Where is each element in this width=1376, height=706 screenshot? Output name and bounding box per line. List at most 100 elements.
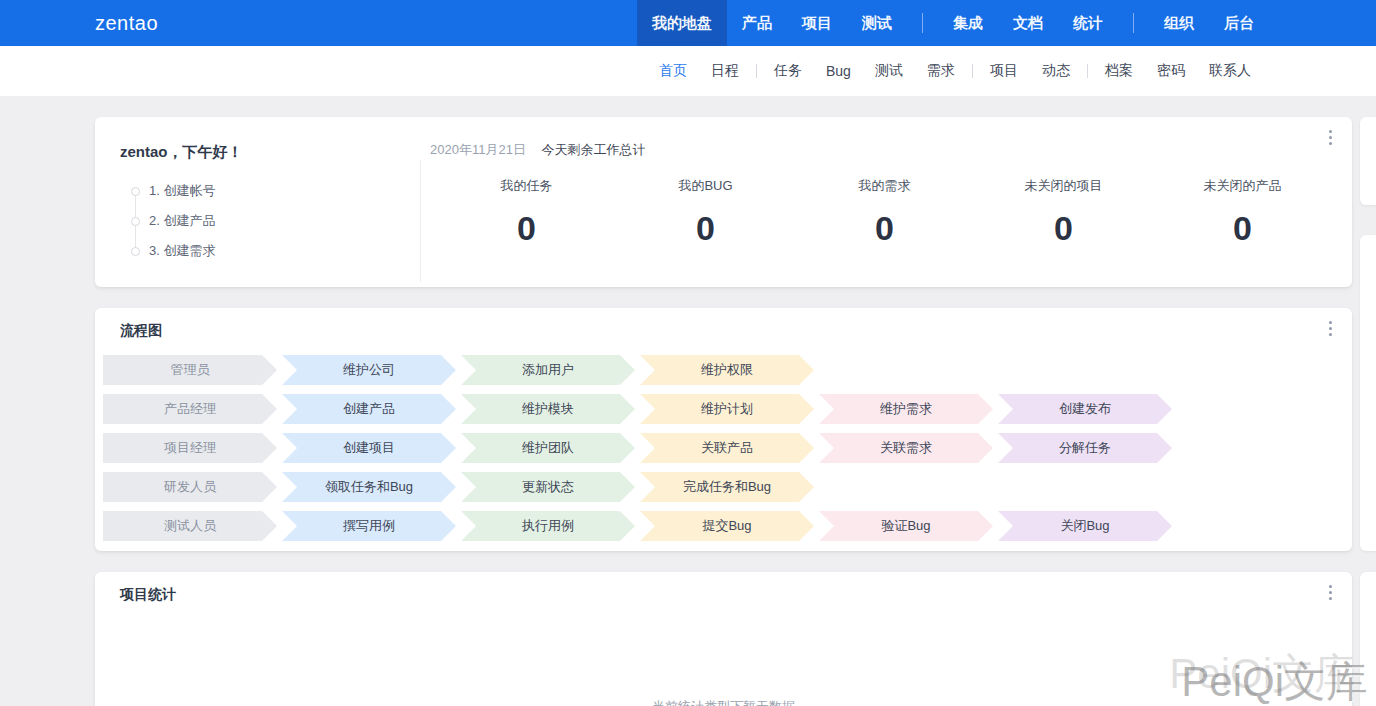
flowchart-row: 产品经理创建产品维护模块维护计划维护需求创建发布: [103, 394, 1177, 424]
sub-menu-item[interactable]: 首页: [647, 62, 699, 80]
flow-step-arrow[interactable]: 维护需求: [819, 394, 993, 424]
stat-label: 我的BUG: [616, 177, 795, 195]
sub-menu-item[interactable]: Bug: [814, 63, 863, 79]
sub-menu-item[interactable]: 测试: [863, 62, 915, 80]
stat-label: 我的需求: [795, 177, 974, 195]
summary-stats: 我的任务0我的BUG0我的需求0未关闭的项目0未关闭的产品0: [437, 177, 1332, 248]
stat-column: 我的任务 0: [437, 177, 616, 248]
flow-step-arrow[interactable]: 维护计划: [640, 394, 814, 424]
secondary-navigation-bar: 首页日程任务Bug测试需求项目动态档案密码联系人: [0, 46, 1376, 96]
flow-step-arrow[interactable]: 维护权限: [640, 355, 814, 385]
flow-step-arrow[interactable]: 提交Bug: [640, 511, 814, 541]
sub-menu-item[interactable]: 动态: [1030, 62, 1082, 80]
sub-menu-item[interactable]: 密码: [1145, 62, 1197, 80]
greeting-text: zentao，下午好！: [120, 143, 243, 162]
flowchart-row: 项目经理创建项目维护团队关联产品关联需求分解任务: [103, 433, 1177, 463]
sub-menu-item[interactable]: 联系人: [1197, 62, 1263, 80]
flow-step-arrow[interactable]: 创建项目: [282, 433, 456, 463]
flow-step-arrow[interactable]: 更新状态: [461, 472, 635, 502]
step-label: 2. 创建产品: [149, 212, 215, 230]
top-menu-item[interactable]: 我的地盘: [637, 0, 727, 46]
step-label: 3. 创建需求: [149, 242, 215, 260]
stat-column: 我的BUG 0: [616, 177, 795, 248]
flow-step-arrow[interactable]: 领取任务和Bug: [282, 472, 456, 502]
flow-step-arrow[interactable]: 维护公司: [282, 355, 456, 385]
date-row: 2020年11月21日 今天剩余工作总计: [430, 141, 646, 159]
card-menu-icon[interactable]: [1329, 130, 1332, 145]
top-navigation-bar: zentao 我的地盘产品项目测试集成文档统计组织后台: [0, 0, 1376, 46]
top-menu-divider: [922, 13, 923, 33]
flow-step-arrow: 测试人员: [103, 511, 277, 541]
flow-step-arrow[interactable]: 维护模块: [461, 394, 635, 424]
watermark: PeiQi文库PeiQi文库: [1181, 654, 1368, 706]
sub-menu-item[interactable]: 需求: [915, 62, 967, 80]
flow-step-arrow[interactable]: 完成任务和Bug: [640, 472, 814, 502]
stat-column: 未关闭的项目0: [974, 177, 1153, 248]
onboarding-step[interactable]: 1. 创建帐号: [131, 176, 215, 206]
top-menu: 我的地盘产品项目测试集成文档统计组织后台: [637, 0, 1269, 46]
flowchart-title: 流程图: [120, 322, 162, 340]
top-menu-item[interactable]: 后台: [1209, 0, 1269, 46]
stat-value[interactable]: 0: [795, 209, 974, 248]
flowchart-row: 管理员维护公司添加用户维护权限: [103, 355, 1177, 385]
flowchart-row: 测试人员撰写用例执行用例提交Bug验证Bug关闭Bug: [103, 511, 1177, 541]
sub-menu-item[interactable]: 档案: [1093, 62, 1145, 80]
vertical-divider: [420, 160, 421, 282]
flow-step-arrow: 管理员: [103, 355, 277, 385]
step-circle-icon: [131, 187, 140, 196]
flow-step-arrow[interactable]: 撰写用例: [282, 511, 456, 541]
flow-step-arrow[interactable]: 关联需求: [819, 433, 993, 463]
flow-step-arrow[interactable]: 分解任务: [998, 433, 1172, 463]
flow-step-arrow[interactable]: 执行用例: [461, 511, 635, 541]
card-menu-icon[interactable]: [1329, 321, 1332, 336]
sub-menu: 首页日程任务Bug测试需求项目动态档案密码联系人: [647, 46, 1263, 96]
top-menu-item[interactable]: 测试: [847, 0, 907, 46]
step-label: 1. 创建帐号: [149, 182, 215, 200]
stat-label: 未关闭的产品: [1153, 177, 1332, 195]
top-menu-divider: [1133, 13, 1134, 33]
work-summary-label: 今天剩余工作总计: [542, 142, 646, 157]
card-menu-icon[interactable]: [1329, 585, 1332, 600]
onboarding-step[interactable]: 2. 创建产品: [131, 206, 215, 236]
cutoff-card-right-1: [1360, 117, 1376, 205]
cutoff-card-right-2: [1360, 235, 1376, 551]
flow-step-arrow[interactable]: 关联产品: [640, 433, 814, 463]
stat-value[interactable]: 0: [974, 209, 1153, 248]
flowchart-rows: 管理员维护公司添加用户维护权限产品经理创建产品维护模块维护计划维护需求创建发布项…: [103, 355, 1177, 550]
top-menu-item[interactable]: 集成: [938, 0, 998, 46]
flow-step-arrow[interactable]: 关闭Bug: [998, 511, 1172, 541]
stat-column: 我的需求 0: [795, 177, 974, 248]
top-menu-item[interactable]: 文档: [998, 0, 1058, 46]
stat-label: 我的任务: [437, 177, 616, 195]
flowchart-row: 研发人员领取任务和Bug更新状态完成任务和Bug: [103, 472, 1177, 502]
flowchart-card: 流程图 管理员维护公司添加用户维护权限产品经理创建产品维护模块维护计划维护需求创…: [95, 308, 1352, 551]
top-menu-item[interactable]: 组织: [1149, 0, 1209, 46]
step-circle-icon: [131, 247, 140, 256]
app-logo[interactable]: zentao: [95, 0, 158, 46]
sub-menu-item[interactable]: 项目: [978, 62, 1030, 80]
flow-step-arrow: 项目经理: [103, 433, 277, 463]
onboarding-steps: 1. 创建帐号 2. 创建产品 3. 创建需求: [131, 176, 215, 266]
stat-value[interactable]: 0: [1153, 209, 1332, 248]
empty-data-message: 当前统计类型下暂无数据: [95, 698, 1352, 706]
project-stats-card: 项目统计 当前统计类型下暂无数据: [95, 572, 1352, 706]
top-menu-item[interactable]: 产品: [727, 0, 787, 46]
sub-menu-divider: [756, 64, 757, 78]
step-circle-icon: [131, 217, 140, 226]
top-menu-item[interactable]: 统计: [1058, 0, 1118, 46]
flow-step-arrow[interactable]: 创建产品: [282, 394, 456, 424]
sub-menu-item[interactable]: 日程: [699, 62, 751, 80]
welcome-card: zentao，下午好！ 1. 创建帐号 2. 创建产品 3. 创建需求 2020年1…: [95, 117, 1352, 287]
current-date: 2020年11月21日: [430, 142, 526, 157]
top-menu-item[interactable]: 项目: [787, 0, 847, 46]
flow-step-arrow[interactable]: 维护团队: [461, 433, 635, 463]
sub-menu-divider: [972, 64, 973, 78]
stat-value[interactable]: 0: [616, 209, 795, 248]
project-stats-title: 项目统计: [120, 586, 176, 604]
stat-value[interactable]: 0: [437, 209, 616, 248]
flow-step-arrow[interactable]: 验证Bug: [819, 511, 993, 541]
onboarding-step[interactable]: 3. 创建需求: [131, 236, 215, 266]
flow-step-arrow[interactable]: 添加用户: [461, 355, 635, 385]
flow-step-arrow[interactable]: 创建发布: [998, 394, 1172, 424]
sub-menu-item[interactable]: 任务: [762, 62, 814, 80]
